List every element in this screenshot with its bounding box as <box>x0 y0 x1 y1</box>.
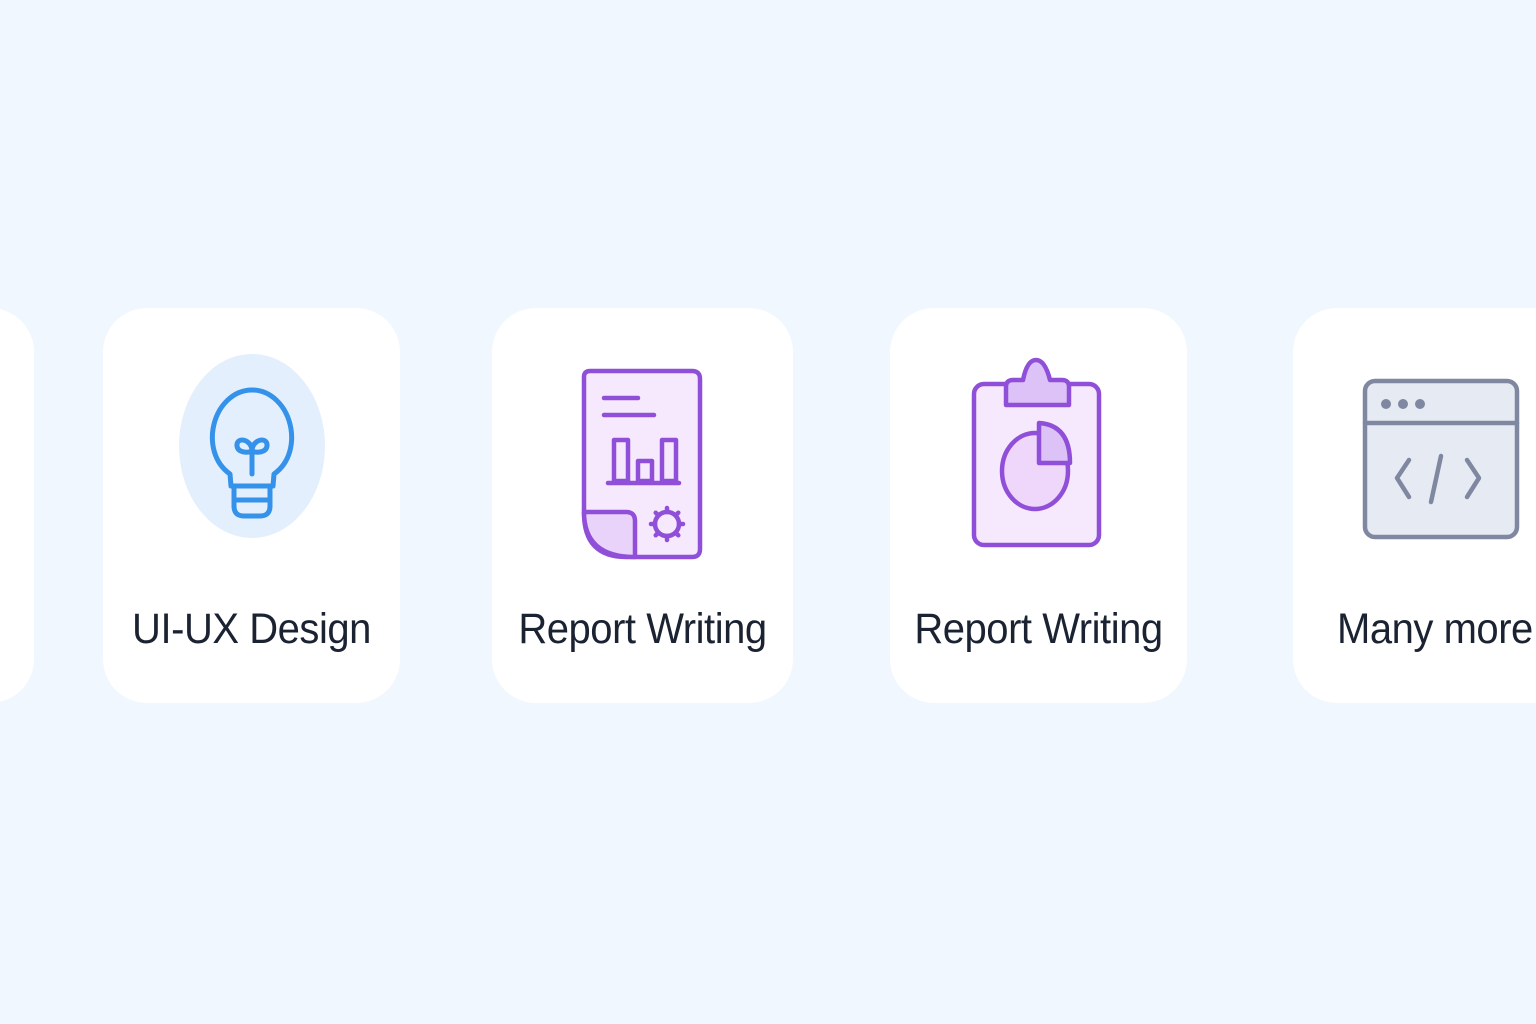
clipboard-chart-icon <box>971 357 1102 548</box>
service-label: UI-UX Design <box>132 605 371 653</box>
report-document-icon <box>581 368 703 560</box>
lightbulb-icon <box>179 354 325 538</box>
service-card-many-more[interactable]: Many more <box>1293 308 1536 703</box>
code-window-icon <box>1362 378 1520 540</box>
service-card-report-writing-2[interactable]: Report Writing <box>890 308 1187 703</box>
service-label: Report Writing <box>518 605 767 653</box>
service-card-report-writing[interactable]: Report Writing <box>492 308 793 703</box>
service-label: Report Writing <box>914 605 1163 653</box>
services-carousel: UI-UX Design Report Writing Report Writi… <box>0 0 1536 1024</box>
service-card-ui-ux-design[interactable]: UI-UX Design <box>103 308 400 703</box>
service-label: Many more <box>1337 605 1533 653</box>
service-card-partial[interactable] <box>0 308 34 703</box>
